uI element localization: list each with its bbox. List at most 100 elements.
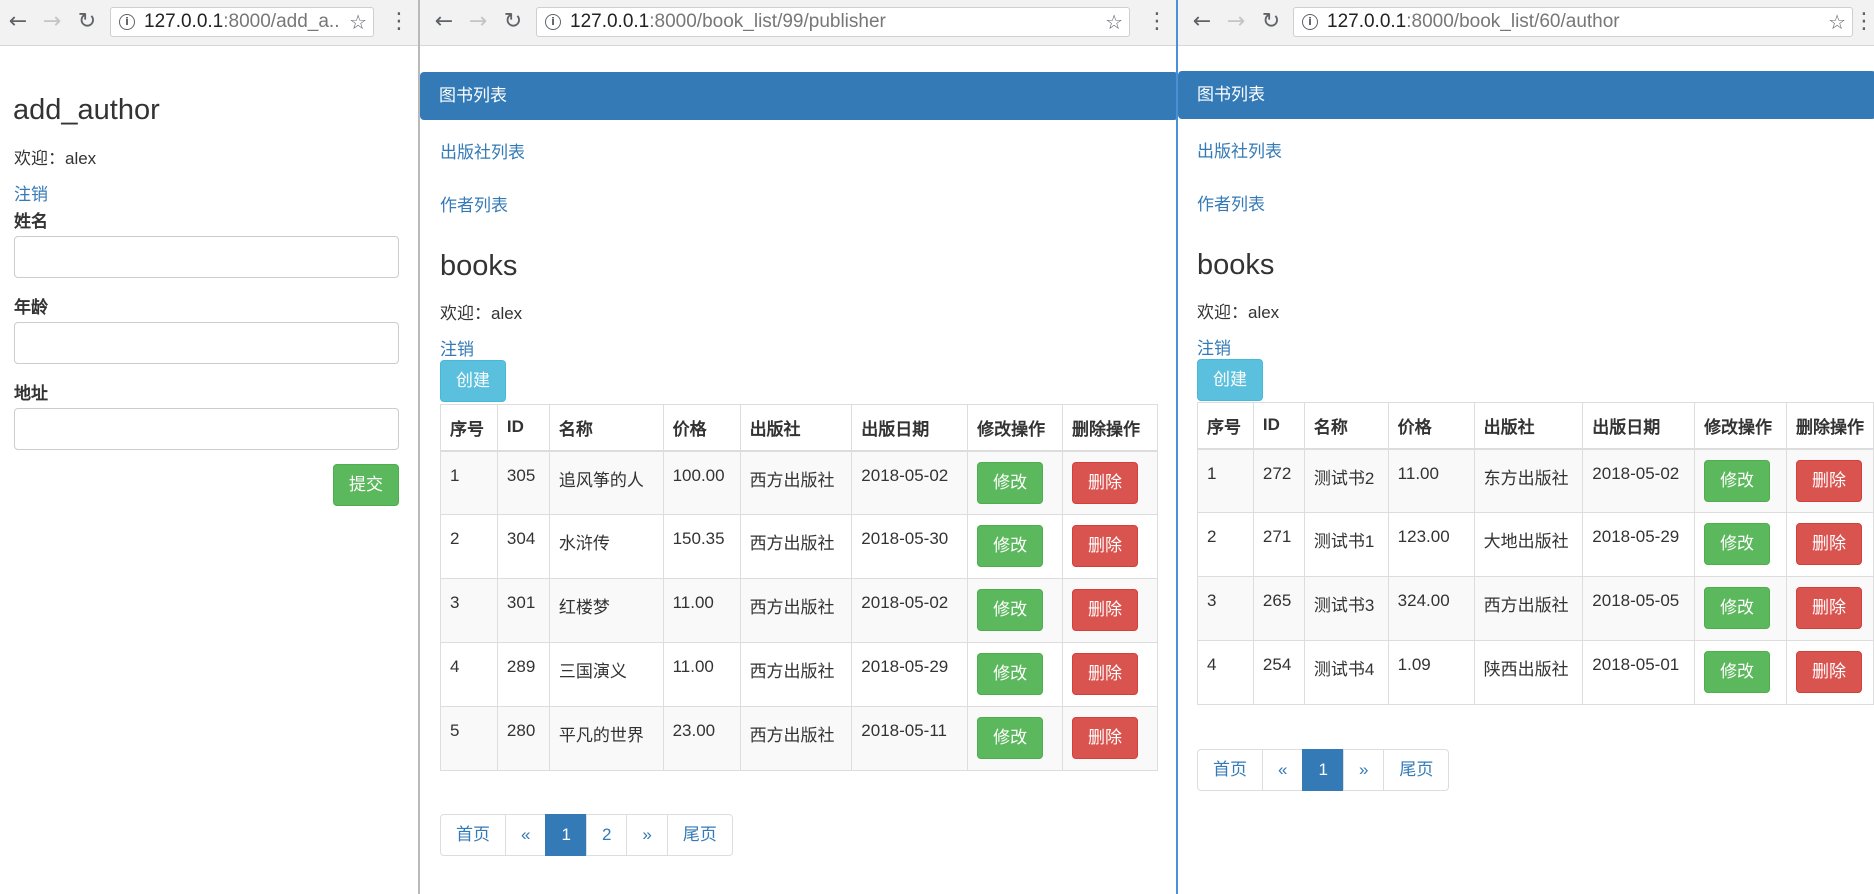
bookmark-star-icon[interactable]: ☆ (1828, 9, 1846, 35)
page-link[interactable]: « (1262, 749, 1304, 791)
table-cell: 2018-05-30 (851, 514, 969, 579)
delete-cell: 删除 (1785, 640, 1874, 705)
pagination: 首页 «1» 尾页 (1197, 749, 1450, 791)
delete-button[interactable]: 删除 (1795, 523, 1862, 565)
table-cell: 5 (440, 706, 498, 771)
table-cell: 测试书3 (1303, 576, 1389, 641)
table-header-row: 序号 ID 名称 价格 出版社 出版日期 修改操作 删除操作 (1197, 402, 1874, 450)
browser-toolbar: ← → ↻ i 127.0.0.1:8000/book_list/60/auth… (1178, 0, 1874, 46)
logout-link[interactable]: 注销 (14, 180, 48, 205)
table-cell: 西方出版社 (739, 514, 853, 579)
address-bar[interactable]: i 127.0.0.1:8000/add_a... ☆ (110, 7, 374, 37)
reload-icon[interactable]: ↻ (73, 8, 101, 36)
url-text[interactable]: 127.0.0.1:8000/add_a... (144, 8, 340, 36)
address-label: 地址 (14, 384, 48, 403)
page-link[interactable]: » (1342, 749, 1385, 791)
browser-toolbar: ← → ↻ i 127.0.0.1:8000/add_a... ☆ ⋮ (0, 0, 418, 46)
delete-button[interactable]: 删除 (1072, 653, 1138, 695)
navbar-brand[interactable]: 图书列表 (420, 72, 1178, 120)
delete-cell: 删除 (1062, 706, 1158, 771)
edit-button[interactable]: 修改 (977, 589, 1044, 631)
table-cell: 4 (440, 642, 498, 707)
table-cell: 2018-05-29 (851, 642, 969, 707)
table-cell: 271 (1252, 512, 1305, 577)
table-cell: 测试书2 (1303, 448, 1389, 513)
back-arrow-icon[interactable]: ← (1188, 8, 1216, 36)
publisher-list-link[interactable]: 出版社列表 (1197, 137, 1282, 162)
logout-link[interactable]: 注销 (440, 335, 474, 360)
edit-button[interactable]: 修改 (977, 525, 1044, 567)
kebab-menu-icon[interactable]: ⋮ (388, 8, 410, 36)
delete-button[interactable]: 删除 (1072, 589, 1138, 631)
table-cell: 大地出版社 (1473, 512, 1584, 577)
author-list-link[interactable]: 作者列表 (1197, 190, 1265, 215)
edit-button[interactable]: 修改 (977, 653, 1044, 695)
edit-cell: 修改 (967, 450, 1063, 515)
info-icon[interactable]: i (119, 14, 135, 30)
table-cell: 11.00 (1387, 448, 1475, 513)
bookmark-star-icon[interactable]: ☆ (349, 9, 367, 35)
info-icon[interactable]: i (545, 14, 561, 30)
table-row: 2 271 测试书1 123.00 大地出版社 2018-05-29 修改 删除 (1197, 512, 1874, 577)
table-header-row: 序号 ID 名称 价格 出版社 出版日期 修改操作 删除操作 (440, 404, 1158, 452)
edit-button[interactable]: 修改 (977, 717, 1044, 759)
publisher-list-link[interactable]: 出版社列表 (440, 138, 525, 163)
table-cell: 301 (496, 578, 550, 643)
table-cell: 4 (1197, 640, 1254, 705)
page-link[interactable]: « (505, 814, 547, 856)
delete-button[interactable]: 删除 (1072, 461, 1138, 504)
page-link[interactable]: » (626, 814, 668, 856)
page-title: add_author (13, 94, 160, 126)
edit-button[interactable]: 修改 (1704, 587, 1771, 629)
delete-cell: 删除 (1062, 514, 1158, 579)
info-icon[interactable]: i (1302, 14, 1318, 30)
delete-button[interactable]: 删除 (1795, 651, 1862, 693)
kebab-menu-icon[interactable]: ⋮ (1146, 8, 1168, 36)
delete-button[interactable]: 删除 (1795, 459, 1862, 502)
delete-button[interactable]: 删除 (1795, 587, 1862, 629)
navbar-brand[interactable]: 图书列表 (1178, 71, 1874, 119)
edit-button[interactable]: 修改 (1704, 459, 1771, 502)
url-text[interactable]: 127.0.0.1:8000/book_list/60/author (1327, 8, 1815, 36)
url-text[interactable]: 127.0.0.1:8000/book_list/99/publisher (570, 8, 1090, 36)
page-link-active[interactable]: 1 (1302, 749, 1344, 791)
delete-button[interactable]: 删除 (1072, 525, 1138, 567)
edit-cell: 修改 (967, 514, 1063, 579)
table-cell: 三国演义 (548, 642, 664, 707)
table-row: 2 304 水浒传 150.35 西方出版社 2018-05-30 修改 删除 (440, 514, 1158, 579)
address-bar[interactable]: i 127.0.0.1:8000/book_list/60/author ☆ (1293, 7, 1853, 37)
kebab-menu-icon[interactable]: ⋮ (1853, 8, 1874, 36)
back-arrow-icon[interactable]: ← (430, 8, 458, 36)
column-header: 出版日期 (851, 404, 969, 452)
name-field[interactable] (14, 236, 399, 278)
column-header: 序号 (1197, 402, 1254, 450)
edit-button[interactable]: 修改 (977, 461, 1044, 504)
table-cell: 陕西出版社 (1473, 640, 1584, 705)
forward-arrow-icon[interactable]: → (464, 8, 492, 36)
age-field[interactable] (14, 322, 399, 364)
create-button[interactable]: 创建 (1197, 359, 1263, 401)
reload-icon[interactable]: ↻ (499, 8, 527, 36)
author-list-link[interactable]: 作者列表 (440, 191, 508, 216)
delete-button[interactable]: 删除 (1072, 717, 1138, 759)
address-field[interactable] (14, 408, 399, 450)
page-link-active[interactable]: 1 (545, 814, 587, 856)
edit-button[interactable]: 修改 (1704, 651, 1771, 693)
submit-button[interactable]: 提交 (333, 464, 399, 506)
edit-button[interactable]: 修改 (1704, 523, 1771, 565)
create-button[interactable]: 创建 (440, 360, 506, 402)
forward-arrow-icon[interactable]: → (1222, 8, 1250, 36)
page-link[interactable]: 尾页 (1383, 749, 1450, 791)
welcome-text: 欢迎：alex (440, 304, 523, 323)
table-cell: 西方出版社 (739, 578, 853, 643)
back-arrow-icon[interactable]: ← (4, 8, 32, 36)
forward-arrow-icon[interactable]: → (38, 8, 66, 36)
page-link[interactable]: 首页 (440, 814, 506, 856)
page-link[interactable]: 2 (585, 814, 628, 856)
reload-icon[interactable]: ↻ (1257, 8, 1285, 36)
address-bar[interactable]: i 127.0.0.1:8000/book_list/99/publisher … (536, 7, 1130, 37)
logout-link[interactable]: 注销 (1197, 334, 1231, 359)
bookmark-star-icon[interactable]: ☆ (1105, 9, 1123, 35)
page-link[interactable]: 尾页 (666, 814, 733, 856)
page-link[interactable]: 首页 (1197, 749, 1263, 791)
